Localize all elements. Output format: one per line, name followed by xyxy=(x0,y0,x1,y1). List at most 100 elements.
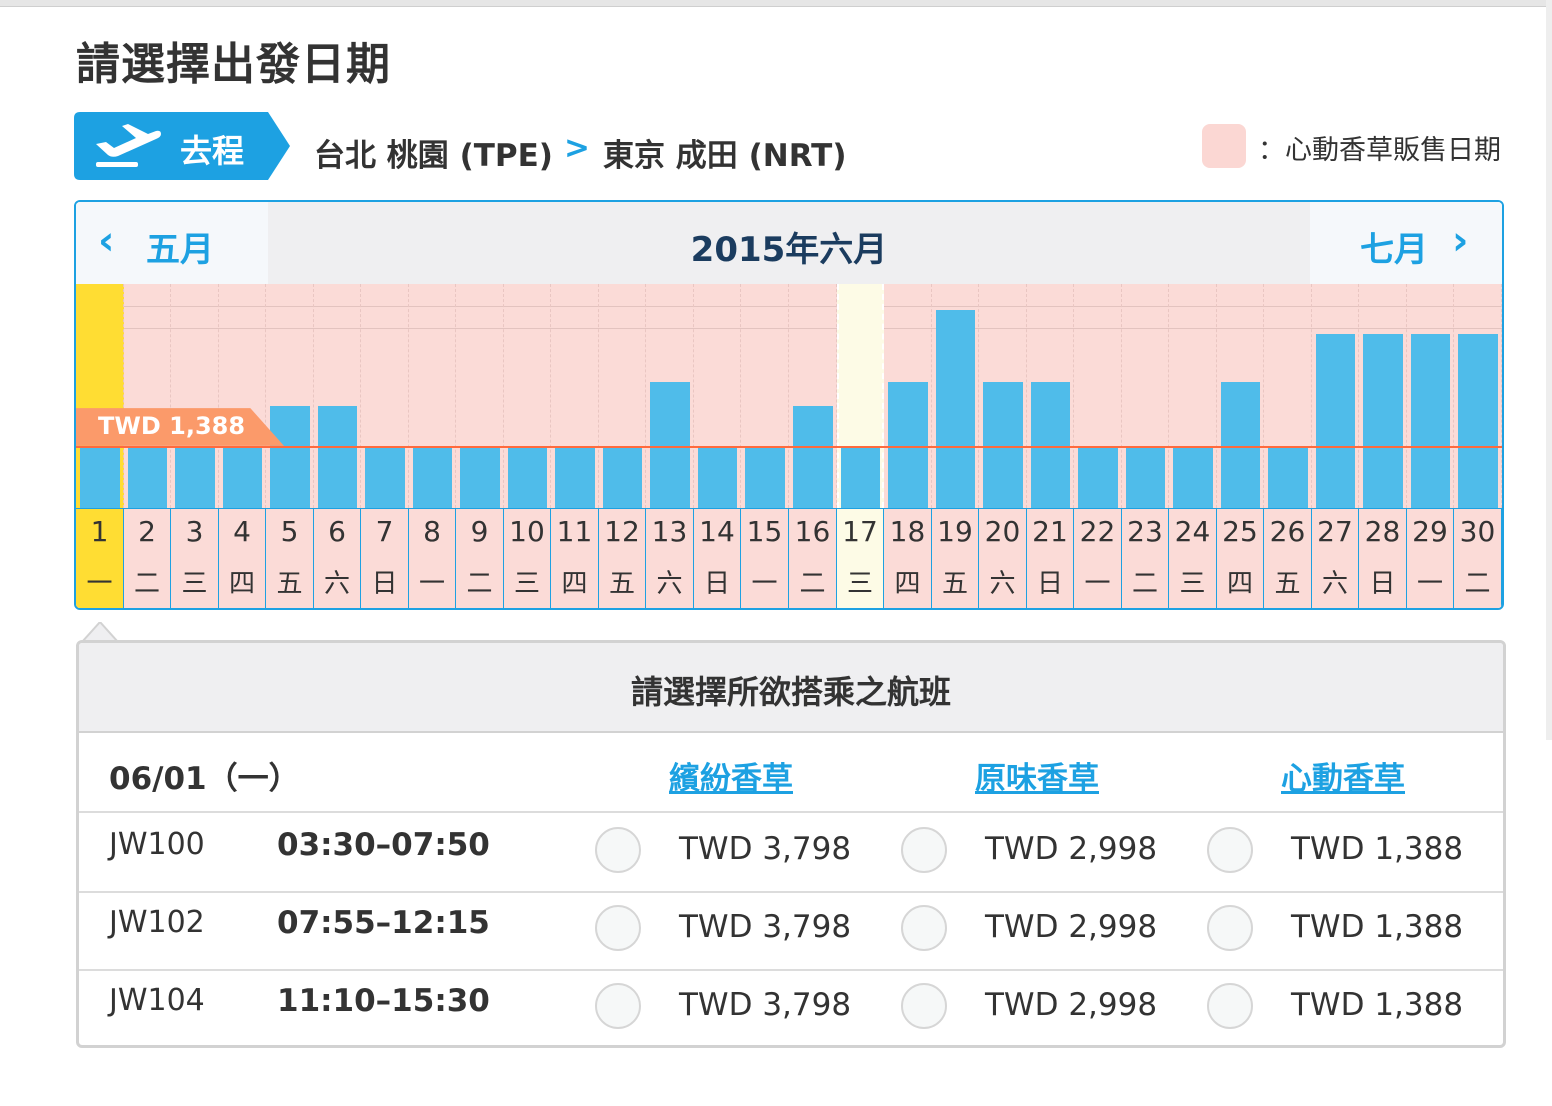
day-cell[interactable]: 27 六 xyxy=(1312,508,1359,608)
day-number: 19 xyxy=(937,515,973,548)
panel-title: 請選擇所欲搭乘之航班 xyxy=(630,673,951,711)
day-cell[interactable]: 10 三 xyxy=(504,508,551,608)
day-cell[interactable]: 14 日 xyxy=(694,508,741,608)
day-cell[interactable]: 30 二 xyxy=(1454,508,1502,608)
price-bar[interactable] xyxy=(1173,448,1213,508)
day-cell[interactable]: 5五 xyxy=(266,508,314,608)
price-bar[interactable] xyxy=(365,448,405,508)
day-cell[interactable]: 11 四 xyxy=(551,508,599,608)
min-price-line xyxy=(76,446,1502,448)
day-cell[interactable]: 28 日 xyxy=(1359,508,1407,608)
day-cell[interactable]: 2二 xyxy=(124,508,171,608)
day-cell[interactable]: 7日 xyxy=(361,508,409,608)
day-cell[interactable]: 24 三 xyxy=(1169,508,1217,608)
price-bar[interactable] xyxy=(128,448,167,508)
day-number: 12 xyxy=(604,515,640,548)
price-bar[interactable] xyxy=(793,406,833,508)
fare-link-fun[interactable]: 繽紛香草 xyxy=(669,753,793,798)
day-number: 26 xyxy=(1269,515,1306,548)
day-cell[interactable]: 15 一 xyxy=(741,508,789,608)
day-cell[interactable]: 1一 xyxy=(76,508,124,608)
fare-radio[interactable] xyxy=(1207,905,1253,951)
day-cell[interactable]: 18 四 xyxy=(884,508,932,608)
day-number: 29 xyxy=(1412,515,1448,548)
fare-radio[interactable] xyxy=(901,827,947,873)
price-bar[interactable] xyxy=(1126,448,1165,508)
day-cell[interactable]: 23 二 xyxy=(1122,508,1169,608)
price-bar[interactable] xyxy=(460,448,500,508)
price-bar[interactable] xyxy=(1411,334,1450,508)
price-bar[interactable] xyxy=(745,448,785,508)
price-bar[interactable] xyxy=(983,382,1023,508)
fare-price: TWD 1,388 xyxy=(1291,831,1464,867)
day-weekday: 一 xyxy=(86,569,113,599)
price-bar[interactable] xyxy=(1363,334,1403,508)
panel-pointer xyxy=(82,622,120,642)
price-bar[interactable] xyxy=(936,310,975,508)
day-cell[interactable]: 3三 xyxy=(171,508,219,608)
day-number: 4 xyxy=(233,515,251,548)
day-number: 7 xyxy=(375,515,394,548)
day-cell[interactable]: 19 五 xyxy=(932,508,979,608)
fare-radio[interactable] xyxy=(595,983,641,1029)
day-number: 21 xyxy=(1032,515,1068,548)
fare-radio[interactable] xyxy=(595,827,641,873)
price-bar[interactable] xyxy=(223,448,262,508)
price-bar[interactable] xyxy=(841,448,880,508)
day-weekday: 五 xyxy=(276,569,303,599)
day-weekday: 一 xyxy=(751,569,778,599)
origin-airport: 台北 桃園 (TPE) xyxy=(314,138,553,174)
day-cell[interactable]: 25 四 xyxy=(1217,508,1264,608)
price-bar[interactable] xyxy=(1031,382,1070,508)
price-bar[interactable] xyxy=(888,382,928,508)
day-weekday: 五 xyxy=(1274,569,1301,599)
flight-number: JW100 xyxy=(109,827,205,862)
day-cell[interactable]: 6六 xyxy=(314,508,361,608)
day-cell[interactable]: 12 五 xyxy=(599,508,646,608)
price-bar[interactable] xyxy=(1221,382,1260,508)
day-cell[interactable]: 26 五 xyxy=(1264,508,1312,608)
day-weekday: 日 xyxy=(1036,569,1063,599)
flight-number: JW104 xyxy=(109,983,205,1018)
day-number: 22 xyxy=(1079,515,1116,548)
price-bar[interactable] xyxy=(318,406,357,508)
next-month-button[interactable]: 七月 › xyxy=(1310,202,1502,284)
day-weekday: 五 xyxy=(608,569,635,599)
fare-link-heart[interactable]: 心動香草 xyxy=(1281,753,1405,798)
fare-price: TWD 3,798 xyxy=(679,987,852,1023)
price-bar[interactable] xyxy=(1316,334,1355,508)
day-cell[interactable]: 29 一 xyxy=(1407,508,1454,608)
price-bar[interactable] xyxy=(175,448,215,508)
destination-airport: 東京 成田 (NRT) xyxy=(603,138,847,174)
price-bar[interactable] xyxy=(1268,448,1308,508)
price-bar[interactable] xyxy=(650,382,690,508)
fare-link-regular[interactable]: 原味香草 xyxy=(975,753,1099,798)
flight-row: JW104 11:10–15:30 TWD 3,798 TWD 2,998 TWD 1,… xyxy=(79,969,1503,1045)
price-bar[interactable] xyxy=(698,448,737,508)
day-cell[interactable]: 8一 xyxy=(409,508,456,608)
day-cell[interactable]: 20 六 xyxy=(979,508,1027,608)
day-cell[interactable]: 22 一 xyxy=(1074,508,1122,608)
day-cell[interactable]: 16 二 xyxy=(789,508,837,608)
price-bar[interactable] xyxy=(413,448,452,508)
day-cell[interactable]: 13 六 xyxy=(646,508,694,608)
scrollbar-track[interactable] xyxy=(1546,0,1552,740)
price-bar[interactable] xyxy=(1078,448,1118,508)
day-cell[interactable]: 9二 xyxy=(456,508,504,608)
price-bar[interactable] xyxy=(80,448,120,508)
price-bar[interactable] xyxy=(603,448,642,508)
fare-radio[interactable] xyxy=(1207,983,1253,1029)
day-cell[interactable]: 17 三 xyxy=(837,508,884,608)
price-bar[interactable] xyxy=(508,448,547,508)
day-weekday: 日 xyxy=(703,569,730,599)
day-number: 24 xyxy=(1174,515,1211,548)
day-cell[interactable]: 4四 xyxy=(219,508,266,608)
price-bar[interactable] xyxy=(1458,334,1498,508)
day-cell[interactable]: 21 日 xyxy=(1027,508,1074,608)
fare-radio[interactable] xyxy=(595,905,641,951)
fare-radio[interactable] xyxy=(901,983,947,1029)
day-weekday: 二 xyxy=(1464,569,1491,599)
price-bar[interactable] xyxy=(555,448,595,508)
fare-radio[interactable] xyxy=(901,905,947,951)
fare-radio[interactable] xyxy=(1207,827,1253,873)
